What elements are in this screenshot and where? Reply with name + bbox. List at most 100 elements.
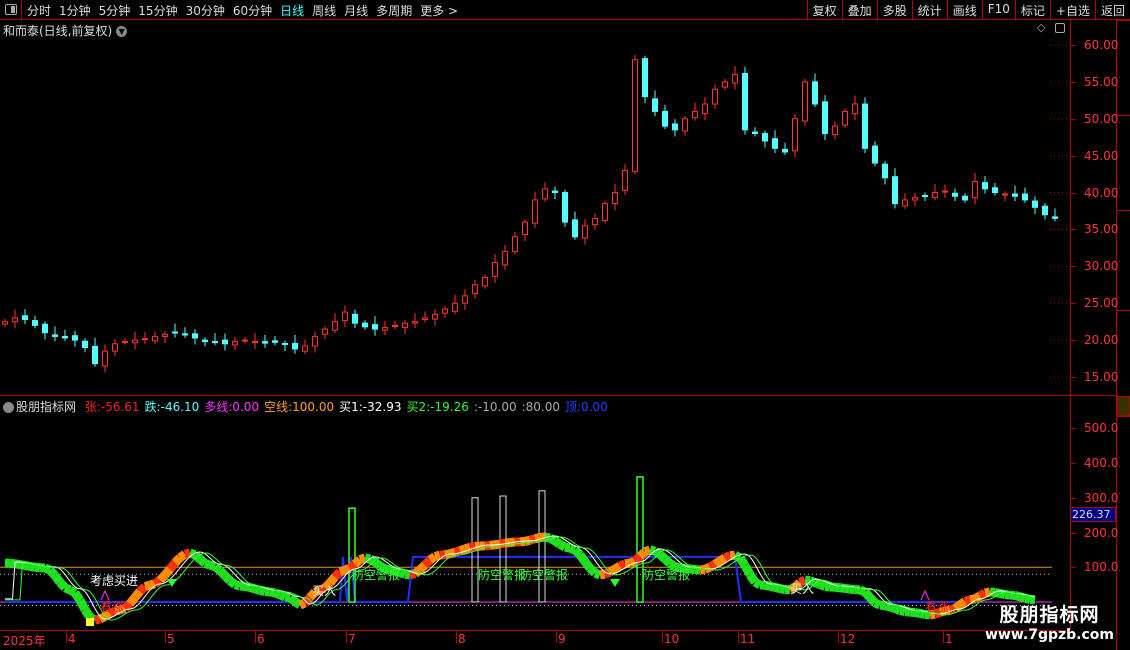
oscillator-segment	[607, 565, 618, 576]
chevron-down-icon[interactable]	[3, 402, 14, 413]
down-arrow-icon	[167, 579, 177, 587]
oscillator-segment	[14, 559, 21, 570]
candle-body	[942, 190, 948, 193]
oscillator-segment	[624, 558, 631, 569]
candle-body	[402, 322, 408, 329]
month-label: 6	[257, 632, 265, 646]
oscillator-segment	[972, 592, 983, 603]
watermark-name: 股朋指标网	[999, 604, 1100, 626]
oscillator-segment	[458, 544, 467, 555]
oscillator-segment	[898, 605, 907, 616]
oscillator-segment	[71, 590, 84, 603]
candle-body	[762, 133, 768, 142]
candle-body	[652, 98, 658, 112]
candle-body	[922, 195, 928, 198]
candle-body	[52, 334, 58, 337]
oscillator-segment	[9, 558, 16, 569]
bullish-label: 看涨	[100, 600, 125, 614]
indicator-legend: 股朋指标网 张:-56.61 跌:-46.10 多线:0.00 空线:100.00 买1…	[3, 398, 613, 415]
candle-body	[22, 315, 28, 320]
oscillator-segment	[1018, 592, 1027, 603]
oscillator-segment	[398, 568, 407, 579]
oscillator-segment	[24, 561, 31, 571]
month-label: 12	[840, 632, 856, 646]
candle-body	[422, 317, 428, 320]
candle-body	[642, 58, 648, 98]
oscillator-segment	[612, 562, 623, 573]
candle-body	[282, 342, 288, 346]
oscillator-segment	[564, 542, 571, 553]
price-tick-label: 50.00	[1084, 111, 1119, 126]
oscillator-segment	[81, 607, 94, 620]
price-tick	[1071, 155, 1076, 157]
month-tick	[738, 631, 739, 643]
oscillator-segment	[278, 590, 287, 602]
oscillator-segment	[166, 560, 179, 572]
legend-item: 买1:-32.93	[339, 400, 402, 414]
oscillator-segment	[433, 550, 442, 561]
candle-body	[462, 295, 468, 304]
candle-body	[832, 125, 838, 136]
price-tick	[1071, 266, 1076, 268]
oscillator-segment	[51, 572, 64, 585]
oscillator-segment	[94, 614, 101, 625]
air-raid-label: 防空警报	[520, 568, 569, 582]
oscillator-segment	[636, 548, 649, 560]
candle-body	[342, 311, 348, 322]
oscillator-segment	[983, 587, 992, 598]
price-tick	[1071, 45, 1076, 46]
candle-body	[172, 331, 178, 334]
candle-body	[902, 199, 908, 207]
candle-body	[132, 339, 138, 344]
candle-body	[1022, 193, 1028, 201]
candle-body	[332, 321, 338, 331]
candle-body	[512, 236, 518, 253]
candle-body	[122, 341, 128, 344]
oscillator-segment	[643, 545, 652, 557]
oscillator-segment	[34, 562, 41, 573]
month-label: 2025年	[3, 634, 46, 648]
oscillator-segment	[593, 568, 602, 580]
oscillator-segment	[227, 577, 238, 589]
oscillator-segment	[46, 567, 59, 579]
air-raid-label: 防空警报	[478, 568, 527, 582]
indicator-name[interactable]: 股朋指标网	[16, 400, 76, 414]
candle-body	[182, 333, 188, 336]
month-label: 4	[68, 632, 76, 646]
candle-body	[432, 313, 438, 320]
oscillator-segment	[952, 601, 963, 613]
oscillator-segment	[298, 598, 307, 610]
air-raid-label: 防空警报	[352, 568, 401, 582]
month-label: 9	[558, 632, 566, 646]
oscillator-segment	[729, 550, 736, 561]
oscillator-segment	[968, 594, 977, 605]
oscillator-segment	[736, 555, 749, 568]
candle-body	[542, 188, 548, 200]
oscillator-segment	[284, 592, 291, 603]
oscillator-segment	[746, 572, 759, 585]
candle-body	[12, 317, 18, 323]
candle-body	[882, 163, 888, 179]
oscillator-segment	[844, 583, 851, 594]
candle-body	[752, 131, 758, 135]
candle-body	[492, 262, 498, 277]
oscillator-segment	[1013, 591, 1022, 602]
candle-body	[412, 321, 418, 324]
candle-body	[1052, 216, 1058, 219]
price-tick-label: 40.00	[1084, 185, 1119, 200]
down-arrow-icon	[610, 579, 620, 587]
candle-body	[602, 203, 608, 222]
candle-body	[672, 123, 678, 131]
oscillator-segment	[707, 560, 718, 572]
candle-body	[352, 313, 358, 324]
candle-body	[792, 118, 798, 152]
month-label: 7	[348, 632, 356, 646]
candle-body	[1012, 193, 1018, 197]
indicator-tick-label: 400.0	[1084, 456, 1119, 470]
oscillator-segment	[131, 588, 144, 601]
oscillator-segment	[427, 552, 438, 564]
legend-item: :80.00	[521, 400, 561, 414]
candle-body	[772, 138, 778, 149]
oscillator-segment	[723, 551, 732, 563]
buy-label: 买入	[312, 584, 337, 598]
